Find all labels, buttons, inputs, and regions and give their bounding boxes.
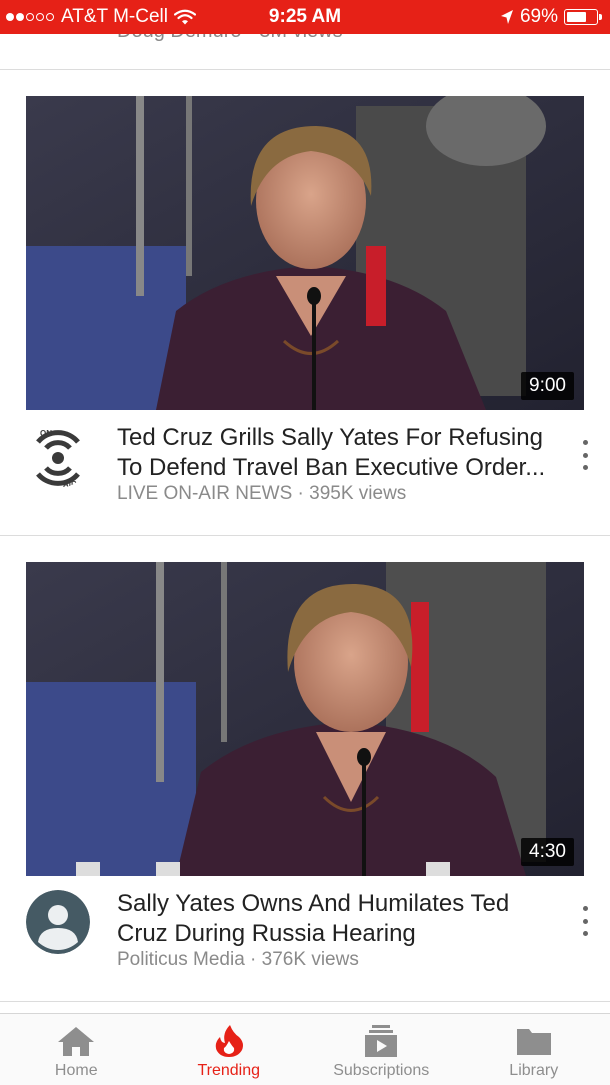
- tab-subscriptions[interactable]: Subscriptions: [305, 1014, 458, 1085]
- tab-label: Home: [54, 1062, 98, 1079]
- thumbnail-image: [26, 96, 584, 410]
- thumbnail-image: [26, 562, 584, 876]
- folder-icon: [516, 1029, 551, 1055]
- home-icon: [58, 1027, 95, 1056]
- channel-name[interactable]: Politicus Media: [117, 949, 245, 970]
- meta-separator: ·: [244, 949, 262, 970]
- tab-trending[interactable]: Trending: [153, 1014, 306, 1085]
- video-title[interactable]: Sally Yates Owns And Humilates Ted Cruz …: [117, 889, 552, 949]
- status-right: 69%: [500, 6, 602, 28]
- tab-label: Trending: [197, 1062, 261, 1079]
- avatar-text-on: ON: [40, 429, 52, 438]
- channel-avatar[interactable]: ON AIR: [26, 424, 90, 488]
- battery-icon: [564, 9, 602, 25]
- status-bar: AT&T M-Cell 9:25 AM 69%: [0, 0, 610, 34]
- on-air-broadcast-icon: ON AIR: [26, 424, 90, 488]
- bottom-tab-bar: Home Trending Subscriptions Library: [0, 1013, 610, 1085]
- video-item[interactable]: 9:00 ON AIR Ted Cruz Grills Sally Yates …: [0, 70, 610, 536]
- video-title[interactable]: Ted Cruz Grills Sally Yates For Refusing…: [117, 423, 552, 483]
- more-options-icon[interactable]: [578, 906, 592, 936]
- tab-home[interactable]: Home: [0, 1014, 153, 1085]
- battery-percent: 69%: [519, 6, 558, 27]
- tab-label: Library: [509, 1062, 559, 1079]
- subscriptions-icon: [365, 1025, 398, 1057]
- view-count: 395K views: [309, 483, 407, 504]
- video-item[interactable]: 4:30 Sally Yates Owns And Humilates Ted …: [0, 536, 610, 1002]
- previous-item-peek[interactable]: Doug Demuro · 3M views: [0, 34, 610, 70]
- location-arrow-icon: [500, 10, 513, 24]
- avatar-text-air: AIR: [63, 480, 77, 488]
- video-duration: 4:30: [521, 838, 574, 866]
- previous-item-meta: Doug Demuro · 3M views: [117, 34, 343, 43]
- tab-library[interactable]: Library: [458, 1014, 610, 1085]
- default-user-icon: [26, 890, 90, 954]
- video-meta: Politicus Media · 376K views: [117, 949, 359, 971]
- video-duration: 9:00: [521, 372, 574, 400]
- video-meta: LIVE ON-AIR NEWS · 395K views: [117, 483, 406, 505]
- channel-name[interactable]: LIVE ON-AIR NEWS: [117, 483, 292, 504]
- channel-avatar[interactable]: [26, 890, 90, 954]
- view-count: 376K views: [261, 949, 359, 970]
- tab-label: Subscriptions: [333, 1062, 430, 1079]
- meta-separator: ·: [292, 483, 310, 504]
- flame-icon: [215, 1025, 243, 1057]
- video-thumbnail[interactable]: 4:30: [26, 562, 584, 876]
- more-options-icon[interactable]: [578, 440, 592, 470]
- video-thumbnail[interactable]: 9:00: [26, 96, 584, 410]
